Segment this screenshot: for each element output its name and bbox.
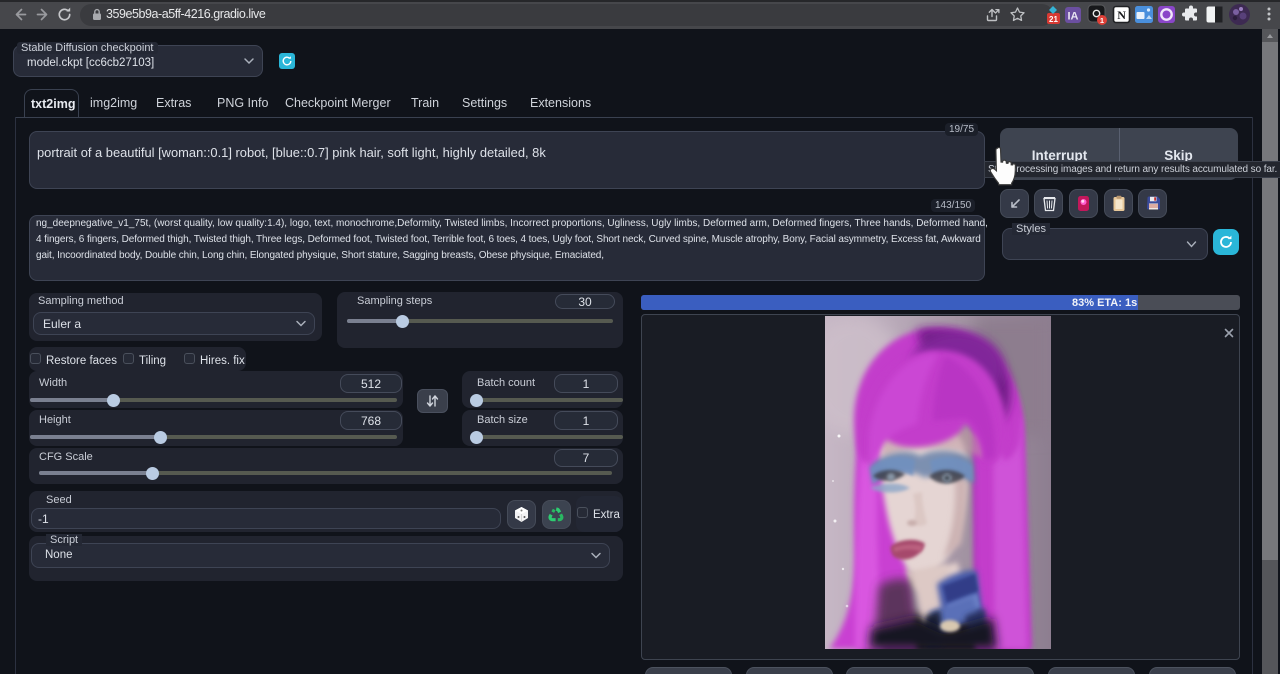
svg-text:N: N	[1117, 8, 1126, 22]
svg-text:21: 21	[1049, 15, 1058, 24]
svg-text:IA: IA	[1068, 11, 1079, 23]
svg-text:1: 1	[1100, 16, 1104, 25]
